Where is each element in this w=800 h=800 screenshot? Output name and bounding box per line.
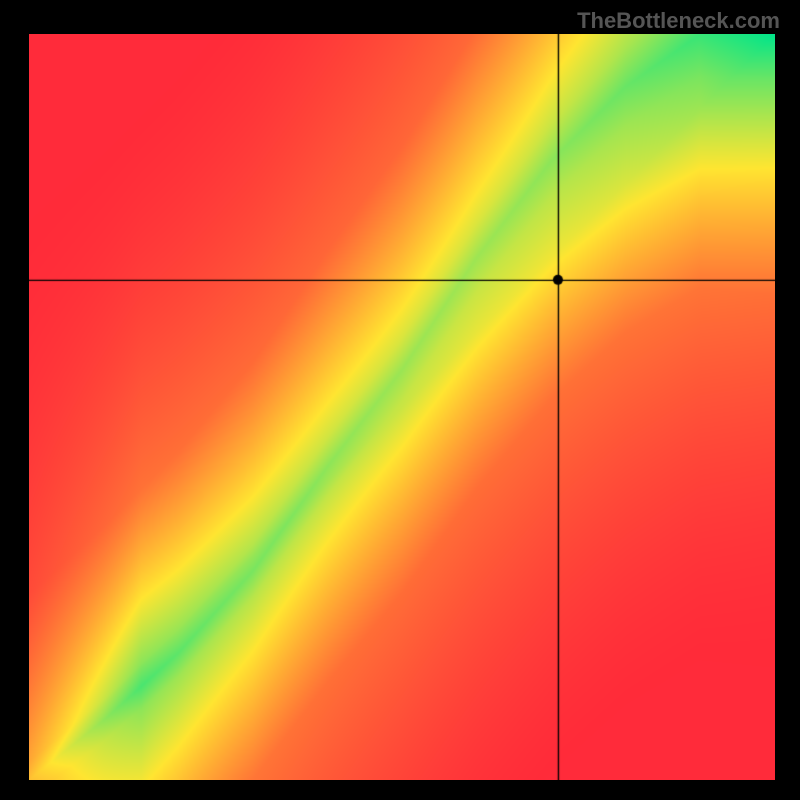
bottleneck-heatmap (29, 34, 775, 780)
watermark-label: TheBottleneck.com (577, 8, 780, 34)
chart-container: TheBottleneck.com (0, 0, 800, 800)
